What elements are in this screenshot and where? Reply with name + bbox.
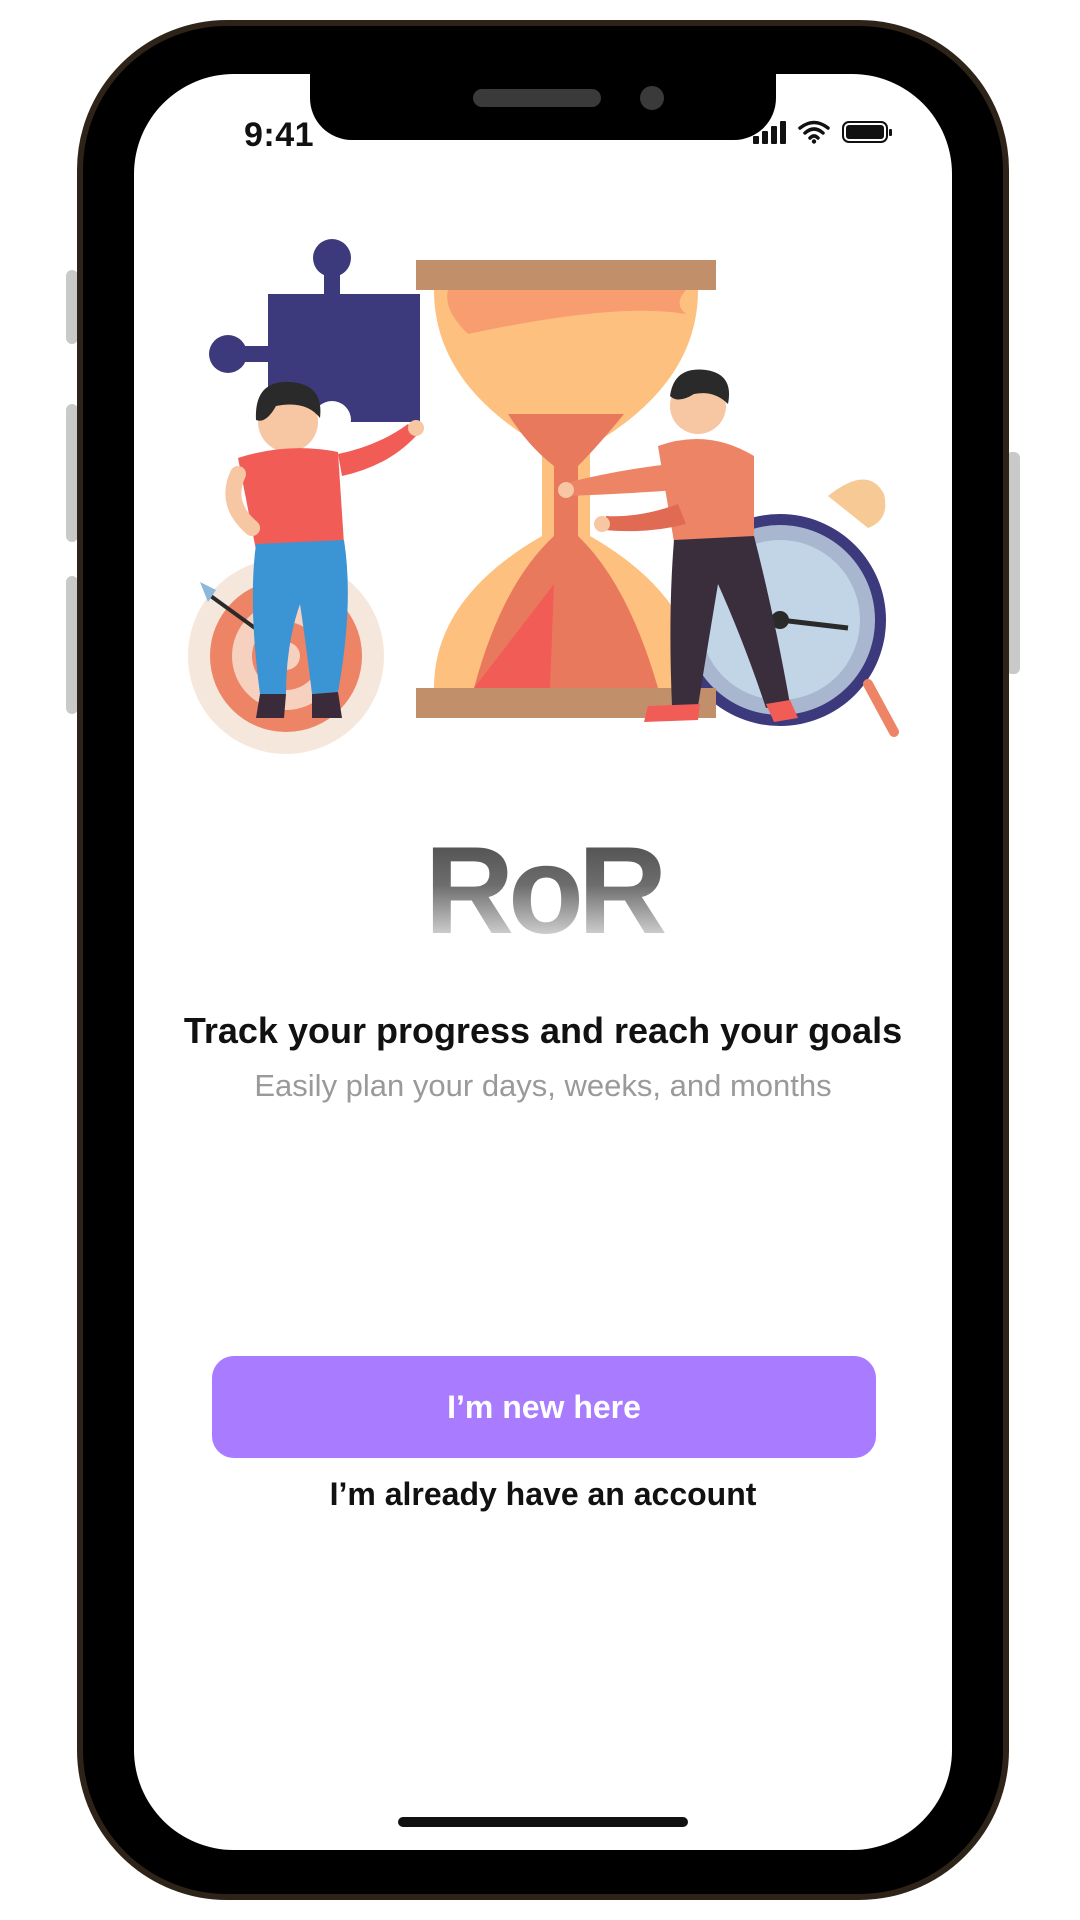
camera-notch [310,74,776,140]
app-logo: RoR [134,829,952,953]
onboarding-headline: Track your progress and reach your goals [183,1010,903,1051]
home-indicator[interactable] [398,1817,688,1827]
device-mockup: 9:41 RoR Track your progress and reach y… [0,0,1080,1920]
status-icons [753,120,892,144]
earpiece-speaker [473,89,601,107]
onboarding-subtitle: Easily plan your days, weeks, and months [254,1068,832,1103]
wifi-icon [798,120,830,144]
hourglass-illustration [188,239,899,754]
existing-account-link[interactable]: I’m already have an account [134,1476,952,1513]
status-time: 9:41 [244,116,315,154]
front-camera [640,86,664,110]
battery-icon [842,121,892,143]
app-screen: 9:41 RoR Track your progress and reach y… [134,74,952,1850]
new-user-button[interactable]: I’m new here [212,1356,876,1458]
